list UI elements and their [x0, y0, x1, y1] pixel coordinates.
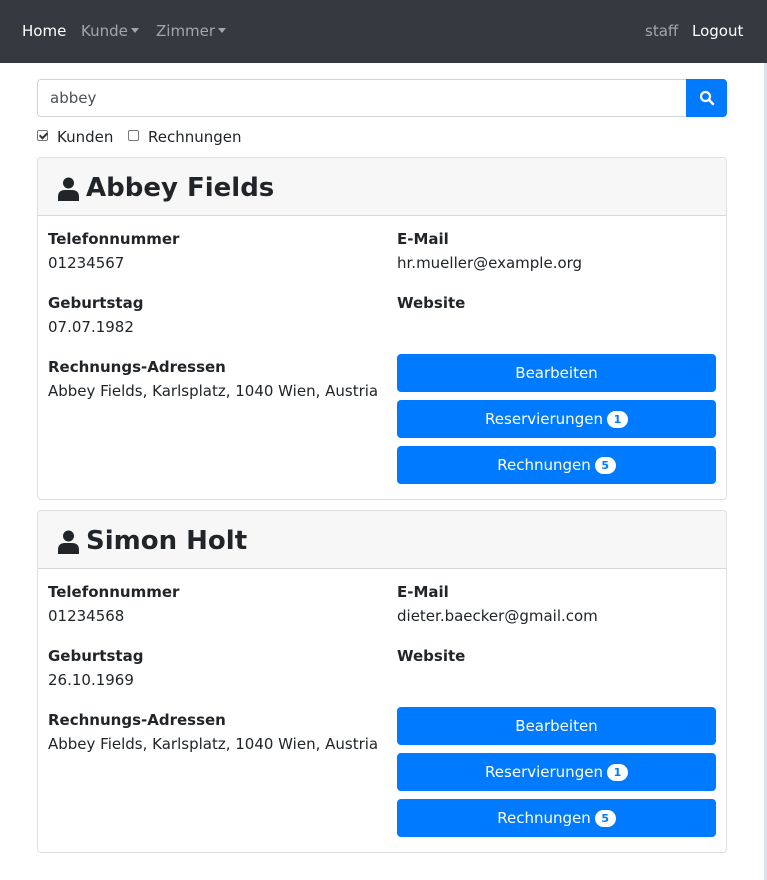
nav-user-label: staff — [645, 22, 679, 40]
chevron-down-icon — [218, 28, 227, 33]
kunden-checkbox-label: Kunden — [57, 128, 114, 146]
address-value: Abbey Fields, Karlsplatz, 1040 Wien, Aus… — [48, 382, 379, 400]
chevron-down-icon — [130, 28, 139, 33]
rechnungen-checkbox-label: Rechnungen — [148, 128, 242, 146]
search-icon — [699, 90, 715, 106]
invoices-button-label: Rechnungen — [497, 809, 591, 827]
nav-home-link[interactable]: Home — [22, 20, 66, 42]
address-value: Abbey Fields, Karlsplatz, 1040 Wien, Aus… — [48, 735, 379, 753]
customer-name: Simon Holt — [86, 526, 248, 556]
phone-label: Telefonnummer — [48, 583, 180, 601]
user-icon — [58, 177, 79, 201]
reservations-button-label: Reservierungen — [485, 763, 603, 781]
email-label: E-Mail — [397, 230, 449, 248]
nav-zimmer-label: Zimmer — [156, 22, 216, 40]
search-bar — [37, 79, 727, 117]
invoices-button-label: Rechnungen — [497, 456, 591, 474]
customer-card-header: Abbey Fields — [38, 158, 726, 216]
birthday-label: Geburtstag — [48, 294, 144, 312]
invoices-button[interactable]: Rechnungen 5 — [397, 799, 716, 837]
reservations-button-label: Reservierungen — [485, 410, 603, 428]
edit-button[interactable]: Bearbeiten — [397, 354, 716, 392]
email-value: dieter.baecker@gmail.com — [397, 607, 598, 625]
email-value: hr.mueller@example.org — [397, 254, 583, 272]
phone-label: Telefonnummer — [48, 230, 180, 248]
website-label: Website — [397, 294, 466, 312]
rechnungen-checkbox[interactable] — [128, 130, 139, 141]
search-input[interactable] — [37, 79, 687, 117]
phone-value: 01234568 — [48, 607, 125, 625]
birthday-value: 07.07.1982 — [48, 318, 134, 336]
edit-button[interactable]: Bearbeiten — [397, 707, 716, 745]
invoices-button[interactable]: Rechnungen 5 — [397, 446, 716, 484]
edit-button-label: Bearbeiten — [515, 717, 598, 735]
user-icon — [58, 530, 79, 554]
reservations-count-badge: 1 — [606, 411, 628, 428]
customer-card: Simon Holt Telefonnummer 01234568 E-Mail… — [37, 510, 727, 853]
birthday-label: Geburtstag — [48, 647, 144, 665]
customer-card: Abbey Fields Telefonnummer 01234567 E-Ma… — [37, 157, 727, 500]
nav-kunde-label: Kunde — [81, 22, 128, 40]
logout-link[interactable]: Logout — [692, 20, 743, 42]
edit-button-label: Bearbeiten — [515, 364, 598, 382]
phone-value: 01234567 — [48, 254, 125, 272]
search-button[interactable] — [686, 79, 727, 117]
email-label: E-Mail — [397, 583, 449, 601]
invoices-count-badge: 5 — [594, 457, 616, 474]
website-label: Website — [397, 647, 466, 665]
reservations-button[interactable]: Reservierungen 1 — [397, 400, 716, 438]
birthday-value: 26.10.1969 — [48, 671, 134, 689]
address-label: Rechnungs-Adressen — [48, 358, 226, 376]
address-label: Rechnungs-Adressen — [48, 711, 226, 729]
invoices-count-badge: 5 — [594, 810, 616, 827]
nav-zimmer-dropdown[interactable]: Zimmer — [156, 20, 227, 42]
top-navbar: Home Kunde Zimmer staff Logout — [0, 0, 767, 63]
reservations-button[interactable]: Reservierungen 1 — [397, 753, 716, 791]
customer-name: Abbey Fields — [86, 173, 275, 203]
kunden-checkbox[interactable] — [37, 130, 48, 141]
nav-kunde-dropdown[interactable]: Kunde — [81, 20, 139, 42]
customer-card-header: Simon Holt — [38, 511, 726, 569]
reservations-count-badge: 1 — [606, 764, 628, 781]
